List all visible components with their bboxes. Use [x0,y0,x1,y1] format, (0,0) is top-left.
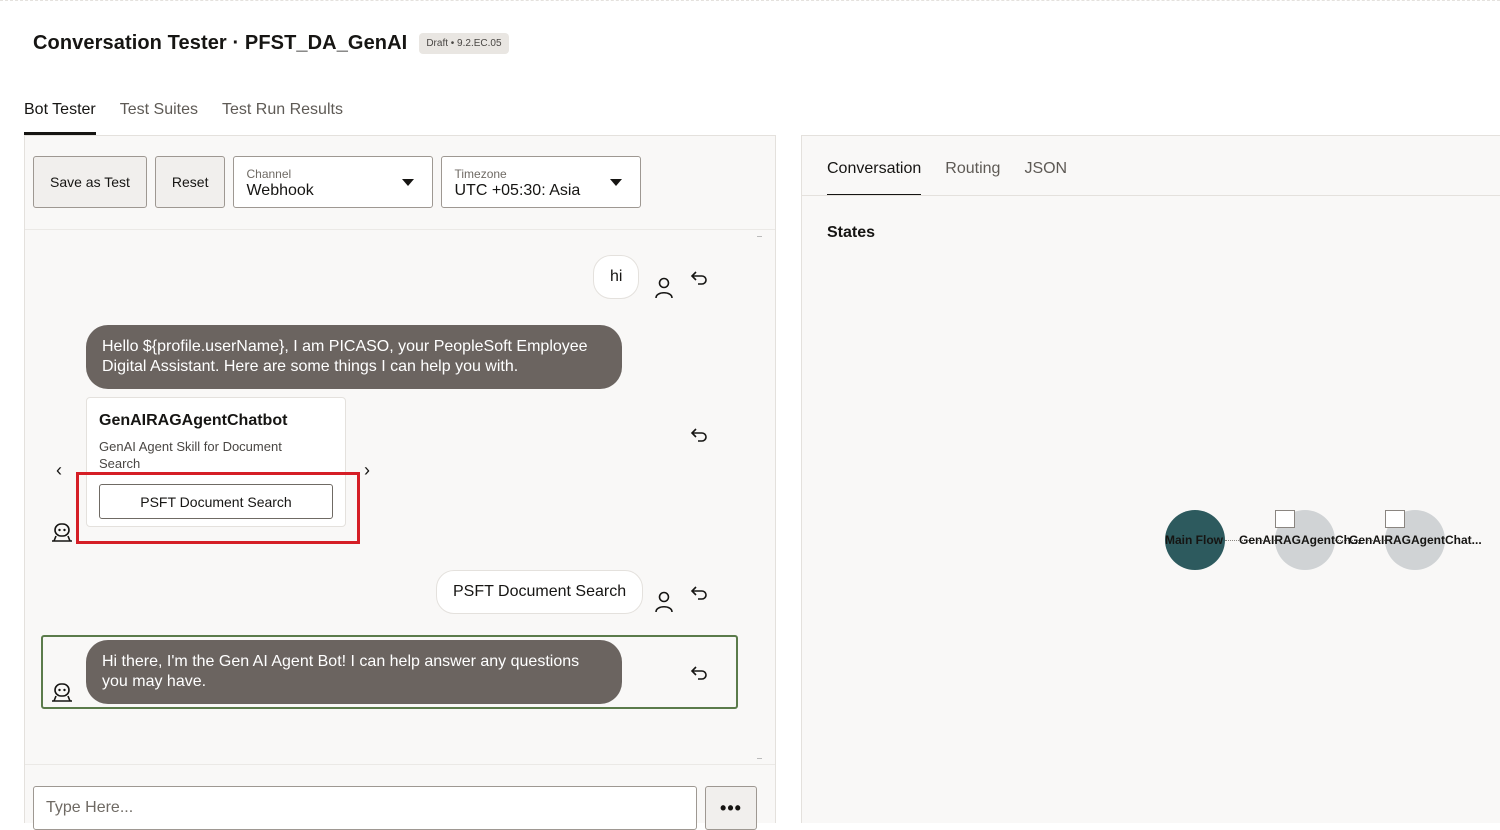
conversation-panel: Conversation Routing JSON States Main Fl… [801,135,1500,823]
state-label: Main Flow [1165,533,1223,547]
tab-json[interactable]: JSON [1024,160,1067,196]
message-input-row: ••• [33,786,757,830]
chevron-down-icon [610,179,623,186]
bot-avatar-icon [51,682,73,702]
version-badge: Draft • 9.2.EC.05 [419,33,509,54]
chevron-left-icon[interactable]: ‹ [56,460,62,481]
user-avatar-icon [654,591,674,613]
timezone-select[interactable]: Timezone UTC +05:30: Asia [441,156,642,208]
scroll-up-indicator[interactable] [757,236,762,237]
chevron-down-icon [402,179,415,186]
top-border [0,0,1500,4]
user-message: PSFT Document Search [436,570,644,614]
bot-message: Hi there, I'm the Gen AI Agent Bot! I ca… [86,640,622,704]
page-title: Conversation Tester · PFST_DA_GenAI [33,32,408,54]
chevron-right-icon[interactable]: › [364,460,370,481]
note-icon [1385,510,1405,528]
channel-select[interactable]: Channel Webhook [233,156,434,208]
bot-avatar-icon [51,522,73,542]
tab-test-run-results[interactable]: Test Run Results [222,98,343,135]
user-message: hi [593,255,640,299]
states-heading: States [827,224,876,241]
replay-icon[interactable] [690,585,708,601]
chat-transcript[interactable]: hi Hello ${profile.userName}, I am PICAS… [25,229,775,765]
replay-icon[interactable] [690,270,708,286]
message-input[interactable] [33,786,697,830]
tab-bot-tester[interactable]: Bot Tester [24,98,96,135]
more-actions-button[interactable]: ••• [705,786,757,830]
card-description: GenAI Agent Skill for Document Search [99,439,282,471]
note-icon [1275,510,1295,528]
channel-value: Webhook [246,182,314,199]
tab-routing[interactable]: Routing [945,160,1000,196]
highlight-box [76,472,360,544]
state-label: GenAIRAGAgentChat... [1349,533,1482,547]
tester-toolbar: Save as Test Reset Channel Webhook Timez… [33,156,642,208]
scroll-down-indicator[interactable] [757,758,762,759]
conversation-tabs: Conversation Routing JSON [827,160,1091,196]
bot-message: Hello ${profile.userName}, I am PICASO, … [86,325,622,389]
tab-conversation[interactable]: Conversation [827,160,922,196]
user-avatar-icon [654,277,674,299]
title-row: Conversation Tester · PFST_DA_GenAI Draf… [33,32,509,55]
tab-test-suites[interactable]: Test Suites [120,98,198,135]
timezone-label: Timezone [454,167,507,181]
save-as-test-button[interactable]: Save as Test [33,156,147,208]
replay-icon[interactable] [690,665,708,681]
card-title: GenAIRAGAgentChatbot [99,412,288,429]
state-label: GenAIRAGAgentCh... [1239,533,1361,547]
replay-icon[interactable] [690,427,708,443]
bot-tester-panel: Save as Test Reset Channel Webhook Timez… [24,135,776,830]
reset-button[interactable]: Reset [154,156,226,208]
timezone-value: UTC +05:30: Asia [454,182,581,199]
tabs-divider [802,195,1500,196]
channel-label: Channel [246,167,292,181]
main-tabs: Bot Tester Test Suites Test Run Results [24,98,367,135]
